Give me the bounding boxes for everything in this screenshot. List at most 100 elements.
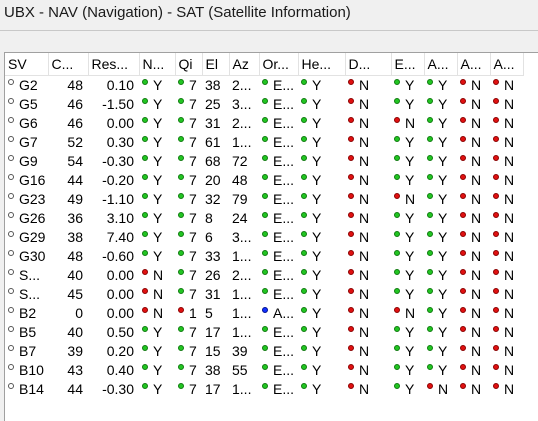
column-header-a2[interactable]: A... bbox=[457, 53, 491, 76]
satellite-table[interactable]: SV C... Res... N... Qi El Az Or... He...… bbox=[5, 53, 524, 399]
cell-ephemeris: Y bbox=[391, 76, 424, 96]
status-dot-icon bbox=[178, 288, 184, 295]
cell-almanac: Y bbox=[424, 171, 457, 190]
cell-a2-text: N bbox=[471, 172, 482, 188]
column-header-orbit[interactable]: Or... bbox=[259, 53, 299, 76]
column-header-almanac[interactable]: A... bbox=[424, 53, 458, 76]
cell-residual: 0.40 bbox=[88, 361, 139, 380]
cell-cno: 54 bbox=[48, 152, 88, 171]
cell-cno: 43 bbox=[48, 361, 88, 380]
status-dot-icon bbox=[8, 79, 14, 86]
column-header-elevation[interactable]: El bbox=[202, 53, 230, 76]
cell-a3: N bbox=[490, 304, 523, 323]
column-header-cno[interactable]: C... bbox=[48, 53, 89, 76]
cell-diffcorr-text: N bbox=[359, 210, 370, 226]
status-dot-icon bbox=[178, 269, 184, 276]
status-dot-icon bbox=[394, 307, 400, 314]
column-header-sv[interactable]: SV bbox=[5, 53, 49, 76]
column-header-diffcorr[interactable]: D... bbox=[345, 53, 392, 76]
cell-orbit: E... bbox=[259, 380, 298, 399]
cell-ephemeris-text: Y bbox=[405, 153, 415, 169]
cell-ephemeris-text: Y bbox=[405, 134, 415, 150]
column-header-health[interactable]: He... bbox=[298, 53, 346, 76]
cell-azimuth-text: 2... bbox=[232, 77, 252, 93]
cell-a2: N bbox=[457, 76, 490, 96]
cell-residual: 0.20 bbox=[88, 342, 139, 361]
cell-a3-text: N bbox=[504, 153, 515, 169]
table-row[interactable]: G6 46 0.00 Y 7 31 2... E... Y N N Y N N bbox=[5, 114, 523, 133]
cell-used: Y bbox=[139, 114, 175, 133]
cell-used-text: Y bbox=[153, 191, 163, 207]
status-dot-icon bbox=[460, 79, 466, 86]
cell-a2: N bbox=[457, 228, 490, 247]
cell-qi: 7 bbox=[175, 209, 202, 228]
status-dot-icon bbox=[142, 345, 148, 352]
column-header-a3[interactable]: A... bbox=[490, 53, 524, 76]
cell-ephemeris: Y bbox=[391, 380, 424, 399]
cell-elevation-text: 8 bbox=[205, 210, 213, 226]
cell-azimuth-text: 1... bbox=[232, 305, 252, 321]
table-row[interactable]: S... 45 0.00 N 7 31 1... E... Y N Y Y N N bbox=[5, 285, 523, 304]
cell-diffcorr-text: N bbox=[359, 267, 370, 283]
cell-orbit-text: E... bbox=[273, 229, 295, 245]
table-row[interactable]: G16 44 -0.20 Y 7 20 48 E... Y N Y Y N N bbox=[5, 171, 523, 190]
status-dot-icon bbox=[301, 250, 307, 257]
cell-health: Y bbox=[298, 209, 345, 228]
table-row[interactable]: G5 46 -1.50 Y 7 25 3... E... Y N Y Y N N bbox=[5, 95, 523, 114]
table-row[interactable]: B14 44 -0.30 Y 7 17 1... E... Y N Y N N N bbox=[5, 380, 523, 399]
table-row[interactable]: G23 49 -1.10 Y 7 32 79 E... Y N N Y N N bbox=[5, 190, 523, 209]
cell-health: Y bbox=[298, 95, 345, 114]
column-header-azimuth[interactable]: Az bbox=[229, 53, 260, 76]
cell-azimuth: 1... bbox=[229, 380, 259, 399]
table-row[interactable]: B2 0 0.00 N 1 5 1... A... Y N N Y N N bbox=[5, 304, 523, 323]
status-dot-icon bbox=[493, 117, 499, 124]
table-row[interactable]: G7 52 0.30 Y 7 61 1... E... Y N Y Y N N bbox=[5, 133, 523, 152]
cell-used: Y bbox=[139, 152, 175, 171]
cell-elevation-text: 25 bbox=[205, 96, 221, 112]
cell-health: Y bbox=[298, 247, 345, 266]
table-row[interactable]: G30 48 -0.60 Y 7 33 1... E... Y N Y Y N N bbox=[5, 247, 523, 266]
status-dot-icon bbox=[178, 326, 184, 333]
cell-sv: G16 bbox=[5, 171, 48, 190]
table-row[interactable]: S... 40 0.00 N 7 26 2... E... Y N Y Y N N bbox=[5, 266, 523, 285]
cell-almanac: Y bbox=[424, 209, 457, 228]
table-row[interactable]: G9 54 -0.30 Y 7 68 72 E... Y N Y Y N N bbox=[5, 152, 523, 171]
column-header-residual[interactable]: Res... bbox=[88, 53, 140, 76]
status-dot-icon bbox=[178, 136, 184, 143]
column-header-used[interactable]: N... bbox=[139, 53, 176, 76]
cell-cno-text: 48 bbox=[67, 77, 83, 93]
table-row[interactable]: B10 43 0.40 Y 7 38 55 E... Y N Y Y N N bbox=[5, 361, 523, 380]
cell-health-text: Y bbox=[312, 210, 322, 226]
cell-sv-text: G2 bbox=[19, 77, 38, 93]
cell-azimuth: 79 bbox=[229, 190, 259, 209]
cell-a2: N bbox=[457, 323, 490, 342]
cell-used-text: Y bbox=[153, 172, 163, 188]
cell-a2-text: N bbox=[471, 191, 482, 207]
cell-used-text: N bbox=[153, 305, 164, 321]
cell-almanac-text: Y bbox=[438, 153, 448, 169]
status-dot-icon bbox=[348, 326, 354, 333]
table-row[interactable]: G29 38 7.40 Y 7 6 3... E... Y N Y Y N N bbox=[5, 228, 523, 247]
cell-ephemeris-text: Y bbox=[405, 343, 415, 359]
column-header-ephemeris[interactable]: E... bbox=[391, 53, 425, 76]
cell-qi-text: 7 bbox=[189, 153, 197, 169]
cell-cno: 0 bbox=[48, 304, 88, 323]
column-header-qi[interactable]: Qi bbox=[175, 53, 203, 76]
table-row[interactable]: B5 40 0.50 Y 7 17 1... E... Y N Y Y N N bbox=[5, 323, 523, 342]
cell-orbit: E... bbox=[259, 171, 298, 190]
cell-elevation: 17 bbox=[202, 380, 229, 399]
status-dot-icon bbox=[348, 212, 354, 219]
table-row[interactable]: B7 39 0.20 Y 7 15 39 E... Y N Y Y N N bbox=[5, 342, 523, 361]
cell-residual-text: 0.00 bbox=[106, 267, 134, 283]
satellite-table-container[interactable]: SV C... Res... N... Qi El Az Or... He...… bbox=[4, 52, 538, 421]
table-row[interactable]: G2 48 0.10 Y 7 38 2... E... Y N Y Y N N bbox=[5, 76, 523, 96]
table-row[interactable]: G26 36 3.10 Y 7 8 24 E... Y N Y Y N N bbox=[5, 209, 523, 228]
status-dot-icon bbox=[178, 307, 184, 314]
cell-health-text: Y bbox=[312, 115, 322, 131]
status-dot-icon bbox=[394, 193, 400, 200]
cell-used-text: Y bbox=[153, 381, 163, 397]
cell-elevation-text: 33 bbox=[205, 248, 221, 264]
status-dot-icon bbox=[348, 117, 354, 124]
cell-used-text: Y bbox=[153, 248, 163, 264]
cell-qi: 7 bbox=[175, 323, 202, 342]
